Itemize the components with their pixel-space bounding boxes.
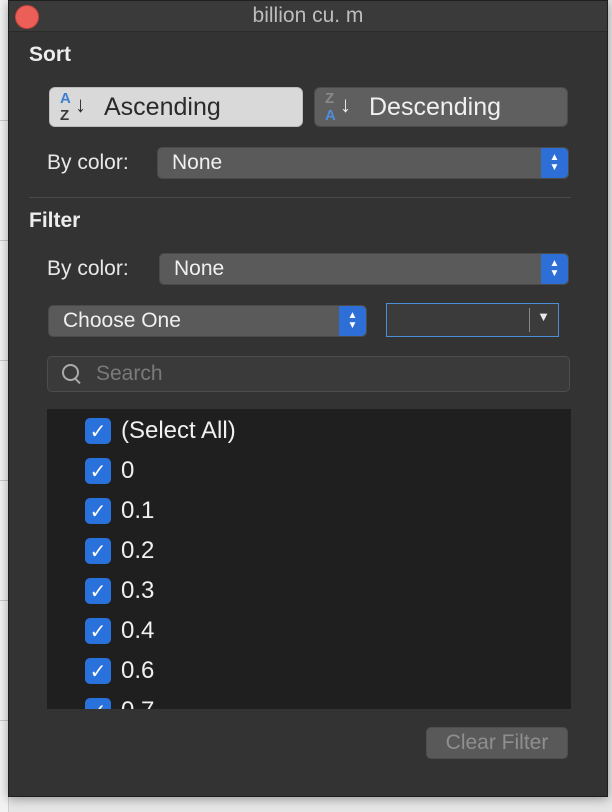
window-title: billion cu. m: [252, 4, 364, 27]
search-input[interactable]: [94, 361, 548, 387]
combobox-separator: [529, 308, 530, 332]
sort-descending-label: Descending: [369, 92, 502, 121]
filter-popover: billion cu. m Sort A Z ↓ Ascending Z A ↓…: [8, 0, 608, 797]
list-item[interactable]: ✓ 0.4: [85, 611, 154, 651]
list-item-label: 0: [121, 457, 135, 484]
spreadsheet-gridline: [0, 240, 8, 241]
spreadsheet-gridline: [0, 480, 8, 481]
filter-section-title: Filter: [29, 209, 81, 232]
list-item[interactable]: ✓ 0.7: [85, 691, 154, 709]
list-item-label: 0.3: [121, 577, 155, 604]
spreadsheet-gridline: [0, 720, 8, 721]
checkbox-checked[interactable]: ✓: [85, 498, 111, 524]
list-item[interactable]: ✓ 0.1: [85, 491, 154, 531]
sort-by-color-label: By color:: [47, 151, 129, 174]
section-divider: [29, 197, 571, 198]
chevron-updown-icon: ▲ ▼: [339, 306, 366, 336]
spreadsheet-gridline: [0, 600, 8, 601]
clear-filter-button[interactable]: Clear Filter: [426, 727, 568, 759]
checkbox-checked[interactable]: ✓: [85, 538, 111, 564]
checkbox-checked[interactable]: ✓: [85, 658, 111, 684]
sort-by-color-select[interactable]: None ▲ ▼: [157, 147, 569, 179]
list-item-label: 0.1: [121, 497, 155, 524]
filter-by-color-select[interactable]: None ▲ ▼: [159, 253, 569, 285]
list-item[interactable]: ✓ 0.3: [85, 571, 154, 611]
list-item[interactable]: ✓ (Select All): [85, 411, 236, 451]
list-item[interactable]: ✓ 0.2: [85, 531, 154, 571]
sort-ascending-label: Ascending: [104, 92, 221, 121]
list-item-label: (Select All): [121, 417, 236, 444]
list-item-label: 0.7: [121, 697, 154, 709]
filter-by-color-label: By color:: [47, 257, 129, 280]
filter-values-list[interactable]: ✓ (Select All) ✓ 0 ✓ 0.1 ✓ 0.2 ✓ 0.3 ✓ 0…: [47, 409, 571, 709]
spreadsheet-gridline: [0, 120, 8, 121]
spreadsheet-gridline: [0, 360, 8, 361]
sort-ascending-button[interactable]: A Z ↓ Ascending: [49, 87, 303, 127]
checkbox-checked[interactable]: ✓: [85, 578, 111, 604]
search-field[interactable]: [47, 356, 570, 392]
filter-by-color-value: None: [174, 257, 225, 280]
list-item[interactable]: ✓ 0.6: [85, 651, 154, 691]
chevron-updown-icon: ▲ ▼: [541, 254, 568, 284]
checkbox-checked[interactable]: ✓: [85, 458, 111, 484]
checkbox-checked[interactable]: ✓: [85, 698, 111, 709]
title-bar: billion cu. m: [9, 1, 607, 32]
sort-descending-button[interactable]: Z A ↓ Descending: [314, 87, 568, 127]
list-item-label: 0.4: [121, 617, 155, 644]
chevron-updown-icon: ▲ ▼: [541, 148, 568, 178]
search-icon: [60, 362, 84, 386]
list-item-label: 0.2: [121, 537, 155, 564]
checkbox-checked[interactable]: ✓: [85, 418, 111, 444]
filter-condition-select[interactable]: Choose One ▲ ▼: [48, 305, 367, 337]
sort-ascending-icon: A Z ↓: [60, 90, 86, 124]
list-item[interactable]: ✓ 0: [85, 451, 134, 491]
dropdown-arrow-icon[interactable]: ▼: [537, 309, 550, 324]
list-item-label: 0.6: [121, 657, 155, 684]
filter-condition-value: Choose One: [63, 309, 181, 332]
checkbox-checked[interactable]: ✓: [85, 618, 111, 644]
sort-section-title: Sort: [29, 43, 71, 66]
sort-descending-icon: Z A ↓: [325, 90, 351, 124]
filter-value-combobox[interactable]: ▼: [386, 303, 559, 337]
sort-by-color-value: None: [172, 151, 223, 174]
